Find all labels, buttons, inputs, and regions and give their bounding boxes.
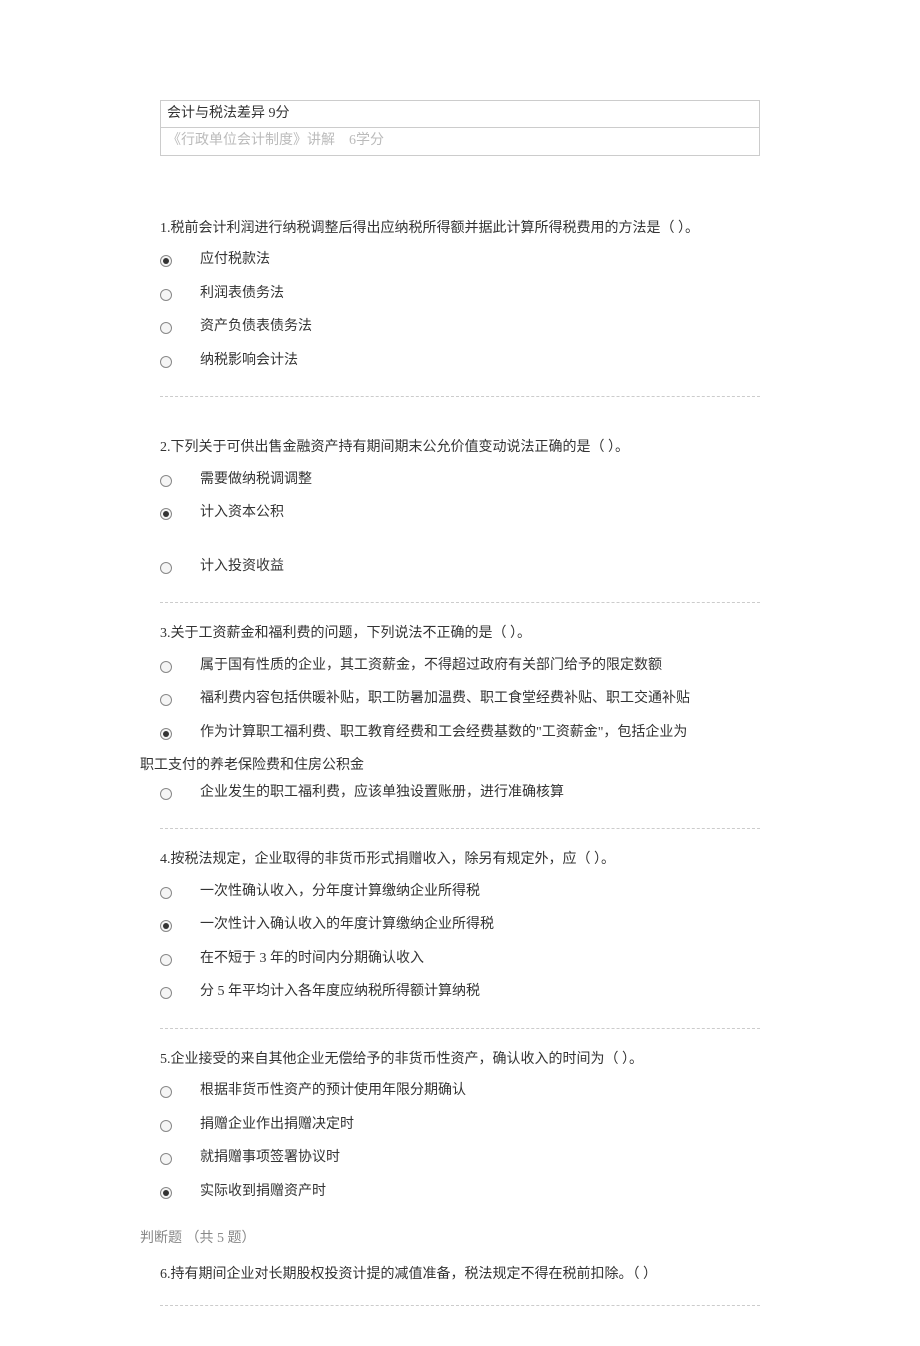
option-row: 一次性计入确认收入的年度计算缴纳企业所得税 [160,912,760,943]
radio-q1-d[interactable] [160,356,172,368]
content-area: 1.税前会计利润进行纳税调整后得出应纳税所得额并据此计算所得税费用的方法是（ ）… [160,216,760,1306]
question-text: 3.关于工资薪金和福利费的问题，下列说法不正确的是（ ）。 [160,621,760,646]
question-6: 6.持有期间企业对长期股权投资计提的减值准备，税法规定不得在税前扣除。（ ） [160,1262,760,1287]
option-row: 一次性确认收入，分年度计算缴纳企业所得税 [160,879,760,910]
option-row: 属于国有性质的企业，其工资薪金，不得超过政府有关部门给予的限定数额 [160,653,760,684]
divider [160,396,760,397]
question-text: 6.持有期间企业对长期股权投资计提的减值准备，税法规定不得在税前扣除。（ ） [160,1262,760,1287]
option-row: 就捐赠事项签署协议时 [160,1145,760,1176]
question-1: 1.税前会计利润进行纳税调整后得出应纳税所得额并据此计算所得税费用的方法是（ ）… [160,216,760,379]
radio-q3-d[interactable] [160,788,172,800]
divider [160,828,760,829]
option-label: 利润表债务法 [200,281,760,308]
divider [160,602,760,603]
option-row: 应付税款法 [160,247,760,278]
header-row-2: 《行政单位会计制度》讲解 6学分 [161,128,760,155]
question-text: 4.按税法规定，企业取得的非货币形式捐赠收入，除另有规定外，应（ ）。 [160,847,760,872]
option-row: 需要做纳税调调整 [160,467,760,498]
option-continuation: 职工支付的养老保险费和住房公积金 [140,753,760,780]
radio-q2-b[interactable] [160,508,172,520]
option-label: 应付税款法 [200,247,760,274]
radio-q1-a[interactable] [160,255,172,267]
radio-q3-c[interactable] [160,728,172,740]
radio-q3-a[interactable] [160,661,172,673]
divider [160,1028,760,1029]
radio-q4-b[interactable] [160,920,172,932]
radio-q2-a[interactable] [160,475,172,487]
radio-q4-c[interactable] [160,954,172,966]
option-row: 企业发生的职工福利费，应该单独设置账册，进行准确核算 [160,780,760,811]
question-5: 5.企业接受的来自其他企业无偿给予的非货币性资产，确认收入的时间为（ ）。 根据… [160,1047,760,1210]
option-label: 根据非货币性资产的预计使用年限分期确认 [200,1078,760,1105]
radio-q5-c[interactable] [160,1153,172,1165]
option-row: 利润表债务法 [160,281,760,312]
radio-q1-b[interactable] [160,289,172,301]
option-label: 计入投资收益 [200,554,760,581]
option-label: 分 5 年平均计入各年度应纳税所得额计算纳税 [200,979,760,1006]
radio-q2-c[interactable] [160,562,172,574]
option-row: 计入资本公积 [160,500,760,531]
divider [160,1305,760,1306]
section-label: 判断题 （共 5 题） [140,1228,760,1250]
radio-q4-d[interactable] [160,987,172,999]
option-row: 在不短于 3 年的时间内分期确认收入 [160,946,760,977]
option-label: 企业发生的职工福利费，应该单独设置账册，进行准确核算 [200,780,760,807]
option-row: 实际收到捐赠资产时 [160,1179,760,1210]
option-row: 资产负债表债务法 [160,314,760,345]
question-3: 3.关于工资薪金和福利费的问题，下列说法不正确的是（ ）。 属于国有性质的企业，… [160,621,760,810]
header-row-1: 会计与税法差异 9分 [161,101,760,128]
option-label: 属于国有性质的企业，其工资薪金，不得超过政府有关部门给予的限定数额 [200,653,760,680]
header-table: 会计与税法差异 9分 《行政单位会计制度》讲解 6学分 [160,100,760,156]
option-row: 计入投资收益 [160,554,760,585]
question-text: 5.企业接受的来自其他企业无偿给予的非货币性资产，确认收入的时间为（ ）。 [160,1047,760,1072]
radio-q5-b[interactable] [160,1120,172,1132]
option-label: 一次性计入确认收入的年度计算缴纳企业所得税 [200,912,760,939]
option-row: 分 5 年平均计入各年度应纳税所得额计算纳税 [160,979,760,1010]
option-row: 捐赠企业作出捐赠决定时 [160,1112,760,1143]
option-label: 捐赠企业作出捐赠决定时 [200,1112,760,1139]
option-label: 纳税影响会计法 [200,348,760,375]
radio-q1-c[interactable] [160,322,172,334]
option-label: 作为计算职工福利费、职工教育经费和工会经费基数的"工资薪金"，包括企业为 [200,720,760,747]
option-label: 计入资本公积 [200,500,760,527]
radio-q3-b[interactable] [160,694,172,706]
option-label: 福利费内容包括供暖补贴，职工防暑加温费、职工食堂经费补贴、职工交通补贴 [200,686,760,713]
option-label: 资产负债表债务法 [200,314,760,341]
option-row: 作为计算职工福利费、职工教育经费和工会经费基数的"工资薪金"，包括企业为 [160,720,760,751]
radio-q5-d[interactable] [160,1187,172,1199]
option-row: 纳税影响会计法 [160,348,760,379]
option-label: 就捐赠事项签署协议时 [200,1145,760,1172]
option-label: 需要做纳税调调整 [200,467,760,494]
option-row: 福利费内容包括供暖补贴，职工防暑加温费、职工食堂经费补贴、职工交通补贴 [160,686,760,717]
question-text: 1.税前会计利润进行纳税调整后得出应纳税所得额并据此计算所得税费用的方法是（ ）… [160,216,760,241]
option-label: 在不短于 3 年的时间内分期确认收入 [200,946,760,973]
option-label: 实际收到捐赠资产时 [200,1179,760,1206]
radio-q4-a[interactable] [160,887,172,899]
question-4: 4.按税法规定，企业取得的非货币形式捐赠收入，除另有规定外，应（ ）。 一次性确… [160,847,760,1010]
option-row: 根据非货币性资产的预计使用年限分期确认 [160,1078,760,1109]
radio-q5-a[interactable] [160,1086,172,1098]
option-label: 一次性确认收入，分年度计算缴纳企业所得税 [200,879,760,906]
question-2: 2.下列关于可供出售金融资产持有期间期末公允价值变动说法正确的是（ ）。 需要做… [160,435,760,584]
question-text: 2.下列关于可供出售金融资产持有期间期末公允价值变动说法正确的是（ ）。 [160,435,760,460]
